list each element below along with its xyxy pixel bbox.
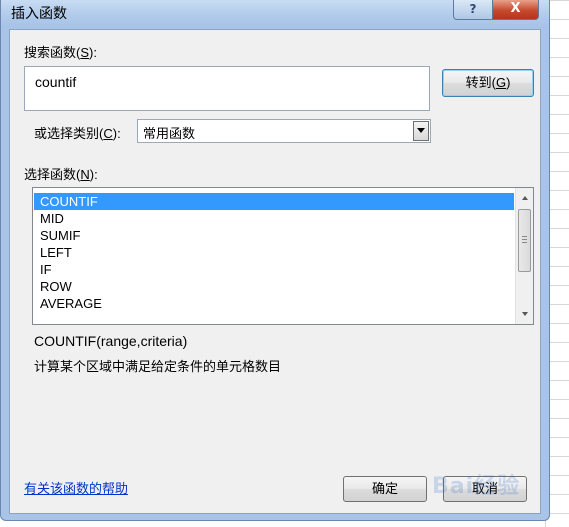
title-bar[interactable]: 插入函数 ? X <box>1 0 549 28</box>
help-question-button[interactable]: ? <box>453 0 493 20</box>
function-item-left[interactable]: LEFT <box>34 244 514 261</box>
select-function-label: 选择函数(N): <box>24 167 98 182</box>
insert-function-dialog: 插入函数 ? X 搜索函数(S): countif 转到(G) 或选择类别(C)… <box>0 0 550 521</box>
dialog-title: 插入函数 <box>11 5 67 21</box>
function-help-link[interactable]: 有关该函数的帮助 <box>24 478 128 497</box>
category-dropdown-button[interactable] <box>413 121 429 141</box>
scroll-thumb[interactable] <box>518 209 531 272</box>
grip-line <box>522 242 527 243</box>
grip-line <box>522 236 527 237</box>
function-signature: COUNTIF(range,criteria) <box>34 333 188 349</box>
search-function-label: 搜索函数(S): <box>24 45 97 60</box>
function-item-if[interactable]: IF <box>34 261 514 278</box>
function-item-mid[interactable]: MID <box>34 210 514 227</box>
search-input-value: countif <box>35 74 77 90</box>
grip-line <box>522 239 527 240</box>
function-item-average[interactable]: AVERAGE <box>34 295 514 312</box>
list-scrollbar[interactable] <box>515 188 533 324</box>
goto-button[interactable]: 转到(G) <box>442 69 534 97</box>
category-selected-value: 常用函数 <box>143 126 196 141</box>
function-item-countif[interactable]: COUNTIF <box>34 193 514 210</box>
function-description: 计算某个区域中满足给定条件的单元格数目 <box>34 359 282 374</box>
search-input[interactable]: countif <box>24 66 430 111</box>
function-item-row[interactable]: ROW <box>34 278 514 295</box>
chevron-down-icon <box>417 128 425 133</box>
ok-button[interactable]: 确定 <box>343 476 427 502</box>
close-button[interactable]: X <box>492 0 539 20</box>
cancel-button[interactable]: 取消 <box>443 476 527 502</box>
scroll-up-arrow-icon[interactable] <box>522 196 528 200</box>
question-icon: ? <box>469 2 477 16</box>
scroll-down-arrow-icon[interactable] <box>522 312 528 316</box>
function-listbox[interactable]: COUNTIF MID SUMIF LEFT IF ROW AVERAGE <box>32 187 534 325</box>
function-item-sumif[interactable]: SUMIF <box>34 227 514 244</box>
category-label: 或选择类别(C): <box>34 126 121 141</box>
category-select[interactable]: 常用函数 <box>137 119 431 143</box>
close-icon: X <box>510 1 521 16</box>
